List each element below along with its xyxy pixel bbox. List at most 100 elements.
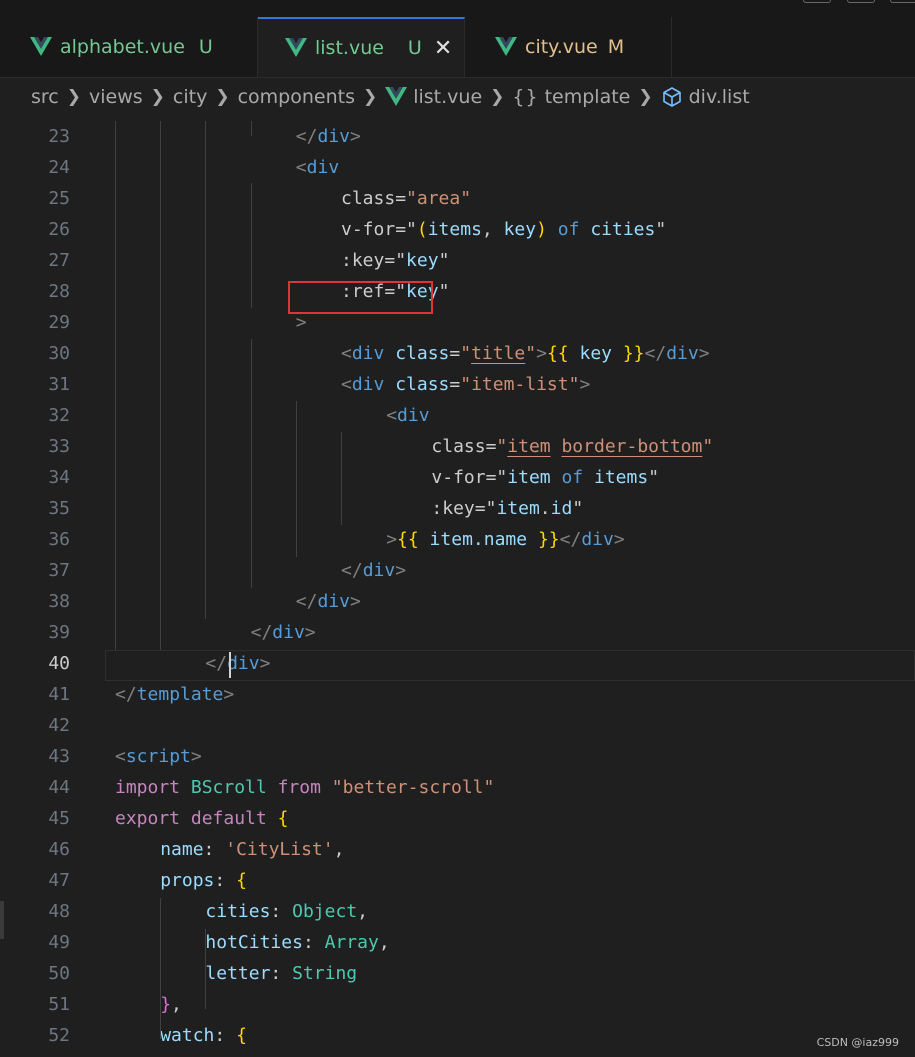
- line-number: 23: [48, 126, 70, 147]
- code-line[interactable]: 51},: [0, 989, 915, 1020]
- code-line[interactable]: 27 :key="key": [0, 245, 915, 276]
- text-cursor: [229, 652, 231, 678]
- git-status-badge: U: [198, 36, 213, 58]
- line-number: 31: [48, 374, 70, 395]
- tab-list-vue[interactable]: list.vue U ✕: [258, 17, 465, 77]
- vue-file-icon: [285, 38, 307, 57]
- indent-guide: [251, 121, 252, 136]
- code-line[interactable]: 30 <div class="title">{{ key }}</div>: [0, 338, 915, 369]
- line-number: 24: [48, 157, 70, 178]
- line-number: 32: [48, 405, 70, 426]
- indent-guide: [296, 401, 297, 557]
- breadcrumb-item-template[interactable]: template: [545, 86, 631, 108]
- line-number: 28: [48, 281, 70, 302]
- indent-guide: [251, 339, 252, 588]
- indent-guide: [251, 183, 252, 308]
- line-code: </div>: [295, 126, 361, 147]
- line-code: props: {: [160, 870, 247, 891]
- code-line[interactable]: 32 <div: [0, 400, 915, 431]
- line-code: class="item border-bottom": [431, 436, 714, 457]
- breadcrumb-item-components[interactable]: components: [238, 86, 355, 108]
- code-line[interactable]: 29 >: [0, 307, 915, 338]
- highlight-box: [288, 281, 433, 314]
- code-line[interactable]: 38 </div>: [0, 586, 915, 617]
- code-line[interactable]: 52 watch: {: [0, 1020, 915, 1051]
- line-code: </div>: [205, 653, 271, 674]
- breadcrumb-item-views[interactable]: views: [89, 86, 143, 108]
- line-code: class="area": [341, 188, 472, 209]
- line-code: :key="key": [341, 250, 450, 271]
- line-code: <script>: [115, 746, 202, 767]
- line-number: 40: [48, 653, 70, 674]
- code-line[interactable]: 33 class="item border-bottom": [0, 431, 915, 462]
- line-number: 38: [48, 591, 70, 612]
- line-code: letter: String: [205, 963, 358, 984]
- window-control-button[interactable]: [890, 0, 915, 3]
- line-code: name: 'CityList',: [160, 839, 345, 860]
- breadcrumb-item-src[interactable]: src: [31, 86, 59, 108]
- code-line[interactable]: 48 cities: Object,: [0, 896, 915, 927]
- tab-label: list.vue: [315, 37, 384, 59]
- line-code: v-for="item of items": [431, 467, 660, 488]
- line-number: 48: [48, 901, 70, 922]
- code-line[interactable]: 28:ref="key": [0, 276, 915, 307]
- code-line[interactable]: 50 letter: String: [0, 958, 915, 989]
- code-line[interactable]: 44 import BScroll from "better-scroll": [0, 772, 915, 803]
- line-code: hotCities: Array,: [205, 932, 390, 953]
- code-line[interactable]: 35:key="item.id": [0, 493, 915, 524]
- code-line[interactable]: 45 export default {: [0, 803, 915, 834]
- tab-city-vue[interactable]: city.vue M: [465, 17, 672, 77]
- chevron-right-icon: ❯: [490, 87, 505, 107]
- line-number: 47: [48, 870, 70, 891]
- line-number: 30: [48, 343, 70, 364]
- code-editor[interactable]: 23 </div> 24 <div 25 class="area" 26 v-for="(it…: [0, 121, 915, 1057]
- watermark: CSDN @iaz999: [816, 1036, 899, 1049]
- code-line[interactable]: 41 </template>: [0, 679, 915, 710]
- code-line[interactable]: 23 </div>: [0, 121, 915, 152]
- line-number: 27: [48, 250, 70, 271]
- code-line[interactable]: 40 </div>: [0, 648, 915, 679]
- tab-label: alphabet.vue: [60, 36, 185, 58]
- code-line[interactable]: 37 </div>: [0, 555, 915, 586]
- line-number: 49: [48, 932, 70, 953]
- code-line[interactable]: 36 >{{ item.name }}</div>: [0, 524, 915, 555]
- line-code: <div class="title">{{ key }}</div>: [341, 343, 710, 364]
- chevron-right-icon: ❯: [150, 87, 165, 107]
- code-line[interactable]: 47 props: {: [0, 865, 915, 896]
- line-code: <div: [295, 157, 340, 178]
- breadcrumb-item-file[interactable]: list.vue: [413, 86, 482, 108]
- line-code: <div class="item-list">: [341, 374, 591, 395]
- breadcrumb-item-city[interactable]: city: [173, 86, 207, 108]
- vue-file-icon: [495, 37, 517, 56]
- line-code: </div>: [295, 591, 361, 612]
- code-line[interactable]: 46 name: 'CityList',: [0, 834, 915, 865]
- code-line[interactable]: 49 hotCities: Array,: [0, 927, 915, 958]
- line-number: 33: [48, 436, 70, 457]
- indent-guide: [341, 432, 342, 525]
- indent-guide: [115, 121, 116, 650]
- window-control-button[interactable]: [847, 0, 875, 3]
- indent-guide: [205, 929, 206, 1009]
- title-strip: [0, 0, 915, 17]
- cube-icon: [662, 87, 681, 107]
- breadcrumb-item-div-list[interactable]: div.list: [689, 86, 750, 108]
- line-number: 42: [48, 715, 70, 736]
- code-line[interactable]: 24 <div: [0, 152, 915, 183]
- code-line[interactable]: 43 <script>: [0, 741, 915, 772]
- code-line[interactable]: 31 <div class="item-list">: [0, 369, 915, 400]
- code-line[interactable]: 34 v-for="item of items": [0, 462, 915, 493]
- tab-alphabet-vue[interactable]: alphabet.vue U: [0, 17, 258, 77]
- line-code: watch: {: [160, 1025, 247, 1046]
- chevron-right-icon: ❯: [66, 87, 81, 107]
- code-line[interactable]: 42: [0, 710, 915, 741]
- window-control-button[interactable]: [803, 0, 831, 3]
- line-code: </template>: [115, 684, 235, 705]
- line-code: import BScroll from "better-scroll": [115, 777, 495, 798]
- chevron-right-icon: ❯: [215, 87, 230, 107]
- code-line[interactable]: 39 </div>: [0, 617, 915, 648]
- code-line[interactable]: 25 class="area": [0, 183, 915, 214]
- close-icon[interactable]: ✕: [434, 36, 452, 61]
- code-line[interactable]: 26 v-for="(items, key) of cities": [0, 214, 915, 245]
- indent-guide: [160, 898, 161, 1039]
- line-number: 37: [48, 560, 70, 581]
